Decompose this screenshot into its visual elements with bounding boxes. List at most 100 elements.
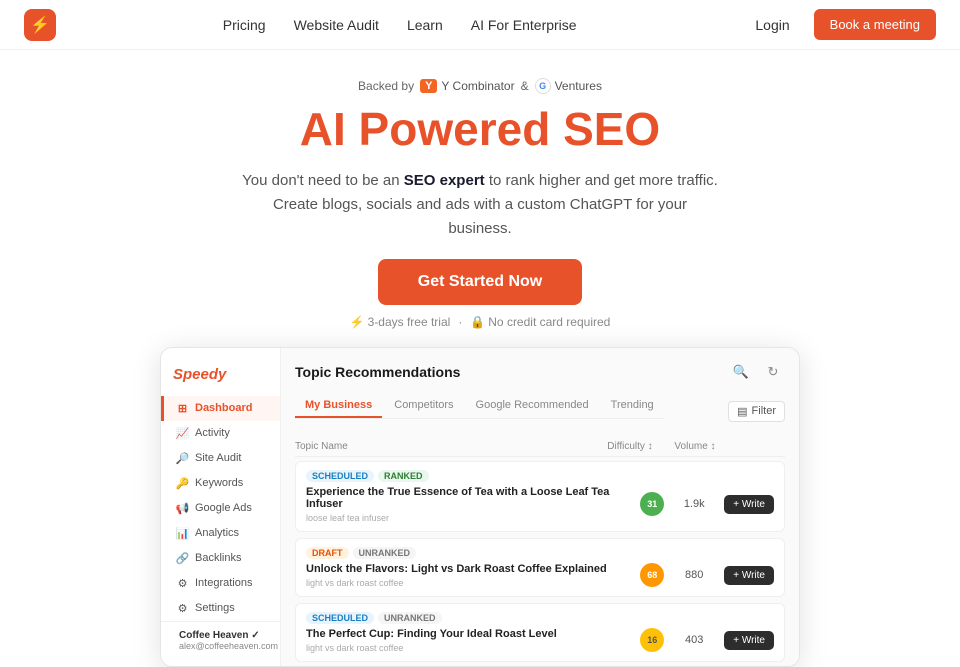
dot-separator: ·	[458, 315, 462, 329]
filter-icon: ▤	[737, 405, 747, 418]
topic-meta: The Perfect Cup: Finding Your Ideal Roas…	[306, 628, 640, 653]
col-difficulty-header: Difficulty ↕	[595, 441, 665, 452]
topic-tags: DRAFT UNRANKED	[306, 547, 774, 559]
sidebar-item-label: Settings	[195, 602, 235, 614]
topic-title: Unlock the Flavors: Light vs Dark Roast …	[306, 563, 640, 575]
user-email: alex@coffeeheaven.com	[179, 641, 278, 651]
yc-label: Y Combinator	[441, 79, 514, 93]
tag-unranked: UNRANKED	[378, 612, 442, 624]
sidebar-item-label: Analytics	[195, 527, 239, 539]
cta-button[interactable]: Get Started Now	[378, 259, 582, 305]
sidebar-item-integrations[interactable]: ⚙ Integrations	[161, 571, 280, 596]
g-badge: G	[535, 78, 551, 94]
difficulty-badge: 16	[640, 628, 664, 652]
ventures-label: Ventures	[555, 79, 602, 93]
header-icons: 🔍 ↻	[729, 360, 785, 384]
navbar: ⚡ Pricing Website Audit Learn AI For Ent…	[0, 0, 960, 50]
nav-website-audit[interactable]: Website Audit	[294, 17, 379, 33]
refresh-icon[interactable]: ↻	[761, 360, 785, 384]
nav-pricing[interactable]: Pricing	[223, 17, 266, 33]
volume-number: 403	[664, 634, 724, 646]
sidebar-item-activity[interactable]: 📈 Activity	[161, 421, 280, 446]
content-header: Topic Recommendations 🔍 ↻	[295, 360, 785, 384]
backlinks-icon: 🔗	[176, 552, 189, 565]
sidebar-item-analytics[interactable]: 📊 Analytics	[161, 521, 280, 546]
sidebar: Speedy ⊞ Dashboard 📈 Activity 🔎 Site Aud…	[161, 348, 281, 666]
tab-google-recommended[interactable]: Google Recommended	[466, 394, 599, 418]
write-button[interactable]: + Write	[724, 566, 774, 585]
nav-learn[interactable]: Learn	[407, 17, 443, 33]
table-row: DRAFT UNRANKED Unlock the Flavors: Light…	[295, 538, 785, 597]
tab-my-business[interactable]: My Business	[295, 394, 382, 418]
table-header: Topic Name Difficulty ↕ Volume ↕	[295, 437, 785, 457]
tab-trending[interactable]: Trending	[601, 394, 664, 418]
content-tabs: My Business Competitors Google Recommend…	[295, 394, 664, 419]
google-ads-icon: 📢	[176, 502, 189, 515]
sidebar-item-dashboard[interactable]: ⊞ Dashboard	[161, 396, 280, 421]
write-button[interactable]: + Write	[724, 495, 774, 514]
sidebar-nav: ⊞ Dashboard 📈 Activity 🔎 Site Audit 🔑 Ke…	[161, 396, 280, 621]
hero-heading-text: AI Powered SEO	[300, 103, 660, 155]
sidebar-item-label: Integrations	[195, 577, 252, 589]
yc-badge-container: Y Y Combinator	[420, 79, 515, 93]
backed-label: Backed by	[358, 79, 414, 93]
site-audit-icon: 🔎	[176, 452, 189, 465]
sidebar-item-settings[interactable]: ⚙ Settings	[161, 596, 280, 621]
sidebar-user: CH Coffee Heaven ✓ alex@coffeeheaven.com	[161, 621, 280, 660]
keywords-icon: 🔑	[176, 477, 189, 490]
dashboard-preview: Speedy ⊞ Dashboard 📈 Activity 🔎 Site Aud…	[160, 347, 800, 667]
nav-logo: ⚡	[24, 9, 56, 41]
tag-scheduled: SCHEDULED	[306, 612, 374, 624]
dashboard-icon: ⊞	[176, 402, 189, 415]
tag-scheduled: SCHEDULED	[306, 470, 374, 482]
yc-badge: Y	[420, 79, 437, 93]
main-content: Topic Recommendations 🔍 ↻ My Business Co…	[281, 348, 799, 666]
difficulty-badge: 31	[640, 492, 664, 516]
backed-by: Backed by Y Y Combinator & G Ventures	[20, 78, 940, 94]
nav-enterprise[interactable]: AI For Enterprise	[471, 17, 577, 33]
write-button[interactable]: + Write	[724, 631, 774, 650]
hero-note: ⚡ 3-days free trial · 🔒 No credit card r…	[20, 315, 940, 329]
topic-row-inner: Unlock the Flavors: Light vs Dark Roast …	[306, 563, 774, 588]
table-row: SCHEDULED UNRANKED The Perfect Cup: Find…	[295, 603, 785, 662]
col-topic-header: Topic Name	[295, 441, 595, 452]
difficulty-badge: 68	[640, 563, 664, 587]
topic-keywords: light vs dark roast coffee	[306, 643, 640, 653]
content-title: Topic Recommendations	[295, 364, 460, 380]
sidebar-item-backlinks[interactable]: 🔗 Backlinks	[161, 546, 280, 571]
tab-competitors[interactable]: Competitors	[384, 394, 463, 418]
sidebar-item-google-ads[interactable]: 📢 Google Ads	[161, 496, 280, 521]
logo-letter: ⚡	[30, 15, 50, 35]
login-button[interactable]: Login	[743, 11, 801, 39]
book-meeting-button[interactable]: Book a meeting	[814, 9, 936, 40]
activity-icon: 📈	[176, 427, 189, 440]
integrations-icon: ⚙	[176, 577, 189, 590]
topic-keywords: loose leaf tea infuser	[306, 513, 640, 523]
topic-title: Experience the True Essence of Tea with …	[306, 486, 640, 510]
sidebar-item-label: Backlinks	[195, 552, 241, 564]
volume-number: 1.9k	[664, 498, 724, 510]
topic-meta: Experience the True Essence of Tea with …	[306, 486, 640, 523]
tag-draft: DRAFT	[306, 547, 349, 559]
volume-number: 880	[664, 569, 724, 581]
analytics-icon: 📊	[176, 527, 189, 540]
settings-icon: ⚙	[176, 602, 189, 615]
search-icon[interactable]: 🔍	[729, 360, 753, 384]
table-row: SCHEDULED RANKED Experience the True Ess…	[295, 461, 785, 532]
trial-note: ⚡ 3-days free trial	[350, 315, 451, 329]
sidebar-item-site-audit[interactable]: 🔎 Site Audit	[161, 446, 280, 471]
topic-row-inner: The Perfect Cup: Finding Your Ideal Roas…	[306, 628, 774, 653]
nav-right: Login Book a meeting	[743, 9, 936, 40]
hero-section: Backed by Y Y Combinator & G Ventures AI…	[0, 50, 960, 347]
sidebar-logo: Speedy	[161, 358, 280, 396]
card-note: 🔒 No credit card required	[470, 315, 610, 329]
topic-meta: Unlock the Flavors: Light vs Dark Roast …	[306, 563, 640, 588]
tag-unranked: UNRANKED	[353, 547, 417, 559]
tag-ranked: RANKED	[378, 470, 429, 482]
sidebar-item-label: Activity	[195, 427, 230, 439]
sidebar-item-keywords[interactable]: 🔑 Keywords	[161, 471, 280, 496]
topic-keywords: light vs dark roast coffee	[306, 578, 640, 588]
filter-button[interactable]: ▤ Filter	[728, 401, 785, 422]
topic-row-inner: Experience the True Essence of Tea with …	[306, 486, 774, 523]
hero-heading: AI Powered SEO	[20, 104, 940, 155]
